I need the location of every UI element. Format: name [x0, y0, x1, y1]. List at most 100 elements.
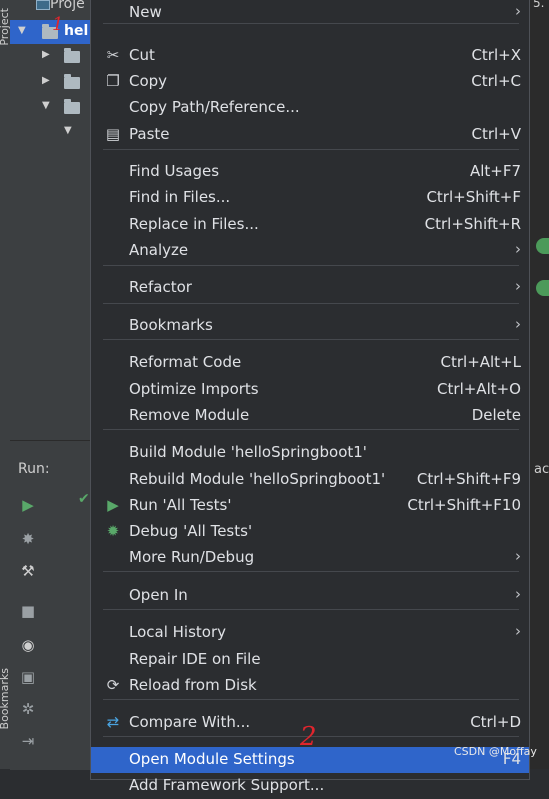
run-icon: ▶ [107, 496, 119, 514]
folder-icon [64, 74, 80, 89]
menu-item-run-all-tests[interactable]: ▶ Run 'All Tests' Ctrl+Shift+F10 [91, 493, 529, 519]
menu-item-label: Copy [129, 72, 168, 90]
menu-separator [103, 303, 519, 304]
menu-item-label: Analyze [129, 241, 189, 259]
camera-icon[interactable]: ▣ [18, 667, 38, 687]
menu-item-find-usages[interactable]: Find Usages Alt+F7 [91, 159, 529, 185]
menu-item-label: Build Module 'helloSpringboot1' [129, 443, 367, 461]
chevron-down-icon[interactable]: ▼ [64, 125, 72, 136]
context-menu: New › ✂ Cut Ctrl+X ❐ Copy Ctrl+C Copy Path/Refer… [90, 0, 530, 794]
menu-separator [103, 149, 519, 150]
chevron-right-icon: › [515, 315, 521, 333]
menu-item-label: Refactor [129, 278, 192, 296]
menu-item-find-in-files[interactable]: Find in Files... Ctrl+Shift+F [91, 185, 529, 211]
menu-separator [103, 429, 519, 430]
chevron-right-icon[interactable]: ▶ [42, 75, 50, 86]
menu-separator [103, 699, 519, 700]
reload-icon: ⟳ [106, 676, 120, 694]
menu-item-shortcut: Ctrl+Shift+F [426, 188, 521, 206]
menu-item-shortcut: Ctrl+X [471, 46, 521, 64]
menu-item-replace-in-files[interactable]: Replace in Files... Ctrl+Shift+R [91, 212, 529, 238]
annotation-mark-2: 2 [300, 722, 317, 752]
menu-item-label: Repair IDE on File [129, 650, 261, 668]
menu-item-label: Optimize Imports [129, 380, 259, 398]
chevron-down-icon[interactable]: ▼ [18, 25, 26, 36]
menu-item-rebuild-module-hellospringboot1[interactable]: Rebuild Module 'helloSpringboot1' Ctrl+Sh… [91, 467, 529, 493]
copy-icon: ❐ [106, 72, 120, 90]
menu-item-shortcut: Ctrl+V [471, 125, 521, 143]
stop-icon[interactable]: ■ [18, 601, 38, 621]
menu-item-remove-module[interactable]: Remove Module Delete [91, 403, 529, 429]
menu-item-copy[interactable]: ❐ Copy Ctrl+C [91, 69, 529, 95]
menu-item-label: Debug 'All Tests' [129, 522, 253, 540]
menu-item-label: More Run/Debug [129, 548, 255, 566]
menu-item-open-in[interactable]: Open In › [91, 583, 529, 609]
watermark: CSDN @Moffay [454, 745, 537, 758]
menu-item-build-module-hellospringboot1[interactable]: Build Module 'helloSpringboot1' [91, 440, 529, 466]
rerun-icon[interactable]: ▶ [18, 495, 38, 515]
menu-item-label: Remove Module [129, 406, 250, 424]
chevron-right-icon: › [515, 277, 521, 295]
chevron-right-icon: › [515, 2, 521, 20]
menu-item-local-history[interactable]: Local History › [91, 620, 529, 646]
debug-rerun-icon[interactable]: ✸ [18, 529, 38, 549]
folder-icon [64, 99, 80, 114]
chevron-right-icon: › [515, 240, 521, 258]
menu-item-label: Local History [129, 623, 227, 641]
tree-row-child[interactable]: ▼ [10, 120, 90, 144]
chevron-right-icon: › [515, 585, 521, 603]
menu-item-label: Cut [129, 46, 155, 64]
menu-item-reload-from-disk[interactable]: ⟳ Reload from Disk [91, 673, 529, 699]
module-name: hel [64, 23, 89, 39]
menu-item-label: Open In [129, 586, 188, 604]
menu-item-analyze[interactable]: Analyze › [91, 238, 529, 264]
menu-item-shortcut: Ctrl+Alt+L [440, 353, 522, 371]
menu-item-label: Reload from Disk [129, 676, 257, 694]
menu-item-copy-path-reference[interactable]: Copy Path/Reference... [91, 95, 529, 121]
menu-item-optimize-imports[interactable]: Optimize Imports Ctrl+Alt+O [91, 377, 529, 403]
menu-separator [103, 609, 519, 610]
tree-row-folder-expanded[interactable]: ▼ [10, 95, 90, 119]
menu-item-label: Find in Files... [129, 188, 231, 206]
menu-item-label: Find Usages [129, 162, 220, 180]
tree-row-folder[interactable]: ▶ [10, 44, 90, 68]
menu-separator [103, 571, 519, 572]
annotation-mark-1: 1 [52, 14, 64, 35]
menu-item-repair-ide-on-file[interactable]: Repair IDE on File [91, 647, 529, 673]
project-icon [36, 0, 50, 10]
menu-item-label: Copy Path/Reference... [129, 98, 300, 116]
exit-icon[interactable]: ⇥ [18, 731, 38, 751]
tree-row-selected-module[interactable]: ▼ hel [10, 20, 90, 44]
menu-separator [103, 339, 519, 340]
menu-item-shortcut: Delete [471, 406, 521, 424]
menu-item-debug-all-tests[interactable]: ✹ Debug 'All Tests' [91, 519, 529, 545]
menu-item-paste[interactable]: ▤ Paste Ctrl+V [91, 122, 529, 148]
menu-item-shortcut: Ctrl+C [471, 72, 521, 90]
menu-separator [103, 265, 519, 266]
wrench-icon[interactable]: ⚒ [18, 561, 38, 581]
menu-item-shortcut: Alt+F7 [469, 162, 521, 180]
editor-edge [530, 0, 549, 769]
editor-edge-text: 5. [533, 0, 545, 10]
menu-item-more-run-debug[interactable]: More Run/Debug › [91, 545, 529, 571]
folder-icon [64, 48, 80, 63]
chevron-right-icon[interactable]: ▶ [42, 49, 50, 60]
eye-icon[interactable]: ◉ [18, 635, 38, 655]
menu-item-label: Replace in Files... [129, 215, 259, 233]
tree-row-folder[interactable]: ▶ [10, 70, 90, 94]
menu-item-label: Bookmarks [129, 316, 213, 334]
menu-item-new[interactable]: New › [91, 0, 529, 26]
menu-item-refactor[interactable]: Refactor › [91, 275, 529, 301]
menu-item-reformat-code[interactable]: Reformat Code Ctrl+Alt+L [91, 350, 529, 376]
menu-item-label: Open Module Settings [129, 750, 295, 768]
menu-item-bookmarks[interactable]: Bookmarks › [91, 313, 529, 339]
menu-item-cut[interactable]: ✂ Cut Ctrl+X [91, 43, 529, 69]
settings-icon[interactable]: ✲ [18, 699, 38, 719]
leaf-icon [536, 280, 549, 296]
menu-item-shortcut: Ctrl+Shift+R [424, 215, 521, 233]
menu-item-shortcut: Ctrl+D [470, 713, 521, 731]
run-label: Run: [18, 461, 50, 477]
menu-item-label: Compare With... [129, 713, 251, 731]
chevron-down-icon[interactable]: ▼ [42, 100, 50, 111]
menu-item-add-framework-support[interactable]: Add Framework Support... [91, 773, 529, 799]
